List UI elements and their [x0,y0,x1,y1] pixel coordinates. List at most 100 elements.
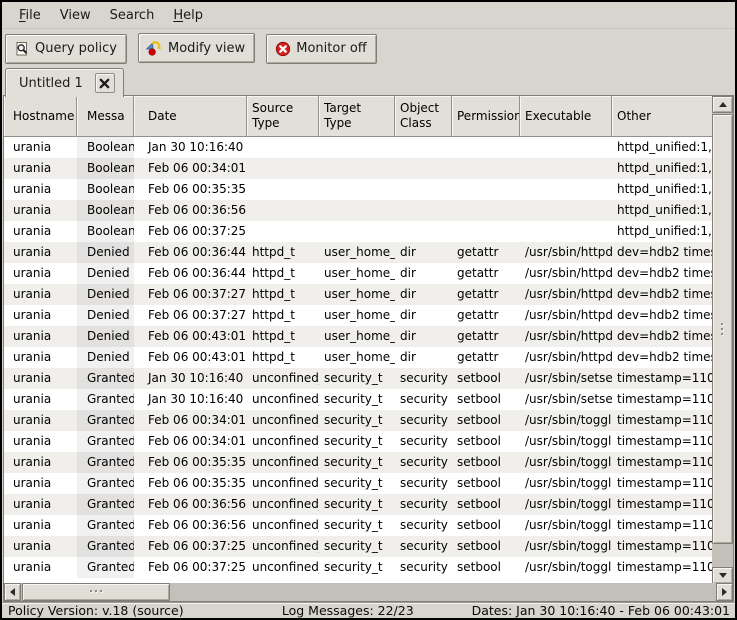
column-header-source-type[interactable]: Source Type [247,96,319,137]
table-cell [395,158,452,179]
table-cell: setbool [452,452,520,473]
table-cell: urania [4,137,77,158]
table-cell: Denied [77,242,134,263]
table-cell: urania [4,242,77,263]
table-cell: getattr [452,263,520,284]
table-row[interactable]: uraniaGrantedFeb 06 00:37:25unconfined_s… [4,557,712,578]
column-header-permission[interactable]: Permission [452,96,520,137]
table-row[interactable]: uraniaDeniedFeb 06 00:43:01httpd_tuser_h… [4,326,712,347]
table-cell: getattr [452,326,520,347]
table-row[interactable]: uraniaDeniedFeb 06 00:37:27httpd_tuser_h… [4,305,712,326]
table-cell: Feb 06 00:36:56 [134,515,247,536]
column-header-date[interactable]: Date [134,96,247,137]
table-cell: getattr [452,305,520,326]
table-cell: urania [4,305,77,326]
scroll-up-button[interactable] [712,96,733,113]
table-cell: Feb 06 00:37:25 [134,221,247,242]
table-cell: user_home_ [319,284,395,305]
table-cell: setbool [452,557,520,578]
table-cell: dir [395,326,452,347]
table-cell [452,137,520,158]
column-header-object-class[interactable]: Object Class [395,96,452,137]
menu-search[interactable]: Search [103,7,162,24]
table-row[interactable]: uraniaGrantedFeb 06 00:35:35unconfined_s… [4,452,712,473]
query-policy-button[interactable]: Query policy [5,34,127,64]
seaudit-window: File View SearchHelp Query policy [0,0,737,620]
horizontal-scrollbar-thumb[interactable] [22,583,170,601]
table-cell: urania [4,557,77,578]
table-row[interactable]: uraniaDeniedFeb 06 00:36:44httpd_tuser_h… [4,263,712,284]
table-cell: getattr [452,347,520,368]
table-row[interactable]: uraniaDeniedFeb 06 00:37:27httpd_tuser_h… [4,284,712,305]
table-cell [319,137,395,158]
tab-close-button[interactable] [95,73,115,93]
table-row[interactable]: uraniaBooleanFeb 06 00:34:01httpd_unifie… [4,158,712,179]
column-header-target-type[interactable]: Target Type [319,96,395,137]
log-messages-status: Log Messages: 22/23 [242,603,454,618]
vertical-scrollbar[interactable] [712,96,733,584]
table-cell: Granted [77,473,134,494]
table-cell: httpd_t [247,347,319,368]
scroll-left-button[interactable] [4,583,21,601]
vertical-scrollbar-thumb[interactable] [712,114,733,544]
menu-file[interactable]: File [12,7,48,24]
table-row[interactable]: uraniaGrantedFeb 06 00:36:56unconfined_s… [4,494,712,515]
table-cell: dev=hdb2 timesta [612,284,712,305]
scroll-right-button[interactable] [716,583,733,601]
table-cell: /usr/sbin/toggle [520,494,612,515]
table-row[interactable]: uraniaDeniedFeb 06 00:36:44httpd_tuser_h… [4,242,712,263]
table-cell: Boolean [77,158,134,179]
table-cell [452,179,520,200]
vertical-scrollbar-trough[interactable] [712,113,733,567]
table-cell: timestamp=11076 [612,536,712,557]
arrow-up-icon [719,102,727,107]
table-cell: /usr/sbin/toggle [520,536,612,557]
table-row[interactable]: uraniaGrantedFeb 06 00:37:25unconfined_s… [4,536,712,557]
table-row[interactable]: uraniaGrantedFeb 06 00:36:56unconfined_s… [4,515,712,536]
table-cell: /usr/sbin/toggle [520,473,612,494]
menu-view[interactable]: View [53,7,98,24]
column-header-hostname[interactable]: Hostname [4,96,77,137]
horizontal-scrollbar-trough[interactable] [21,583,716,601]
table-cell: /usr/sbin/httpd [520,305,612,326]
table-cell: unconfined_ [247,473,319,494]
table-cell: /usr/sbin/toggle [520,410,612,431]
tab-untitled-1[interactable]: Untitled 1 [5,68,124,97]
table-cell: httpd_unified:1, h [612,137,712,158]
table-row[interactable]: uraniaGrantedFeb 06 00:35:35unconfined_s… [4,473,712,494]
column-header-other[interactable]: Other [612,96,712,137]
table-row[interactable]: uraniaBooleanFeb 06 00:35:35httpd_unifie… [4,179,712,200]
table-cell: urania [4,536,77,557]
table-cell [247,221,319,242]
table-cell: /usr/sbin/httpd [520,284,612,305]
table-row[interactable]: uraniaBooleanFeb 06 00:37:25httpd_unifie… [4,221,712,242]
table-row[interactable]: uraniaGrantedJan 30 10:16:40unconfined_s… [4,368,712,389]
column-header-executable[interactable]: Executable [520,96,612,137]
table-cell: urania [4,158,77,179]
table-cell: Feb 06 00:36:56 [134,200,247,221]
horizontal-scrollbar[interactable] [4,583,733,601]
table-cell [395,200,452,221]
table-row[interactable]: uraniaGrantedJan 30 10:16:40unconfined_s… [4,389,712,410]
table-cell [520,137,612,158]
table-cell: Feb 06 00:43:01 [134,347,247,368]
table-cell: Feb 06 00:34:01 [134,431,247,452]
menu-help[interactable]: Help [166,7,210,24]
status-bar: Policy Version: v.18 (source) Log Messag… [2,602,735,618]
table-row[interactable]: uraniaGrantedFeb 06 00:34:01unconfined_s… [4,410,712,431]
table-row[interactable]: uraniaDeniedFeb 06 00:43:01httpd_tuser_h… [4,347,712,368]
log-view-panel: HostnameMessa▼ Date Source TypeTarget Type… [3,95,734,602]
table-cell: Feb 06 00:36:44 [134,242,247,263]
modify-view-button[interactable]: Modify view [138,33,255,63]
table-cell [395,221,452,242]
table-cell [319,179,395,200]
table-row[interactable]: uraniaBooleanFeb 06 00:36:56httpd_unifie… [4,200,712,221]
table-cell [395,179,452,200]
column-label: Date [148,109,177,124]
table-row[interactable]: uraniaGrantedFeb 06 00:34:01unconfined_s… [4,431,712,452]
monitor-off-button[interactable]: Monitor off [266,34,376,64]
table-cell: security_t [319,536,395,557]
column-header-message[interactable]: Messa▼ [77,96,134,137]
scroll-down-button[interactable] [712,567,733,584]
table-row[interactable]: uraniaBooleanJan 30 10:16:40httpd_unifie… [4,137,712,158]
